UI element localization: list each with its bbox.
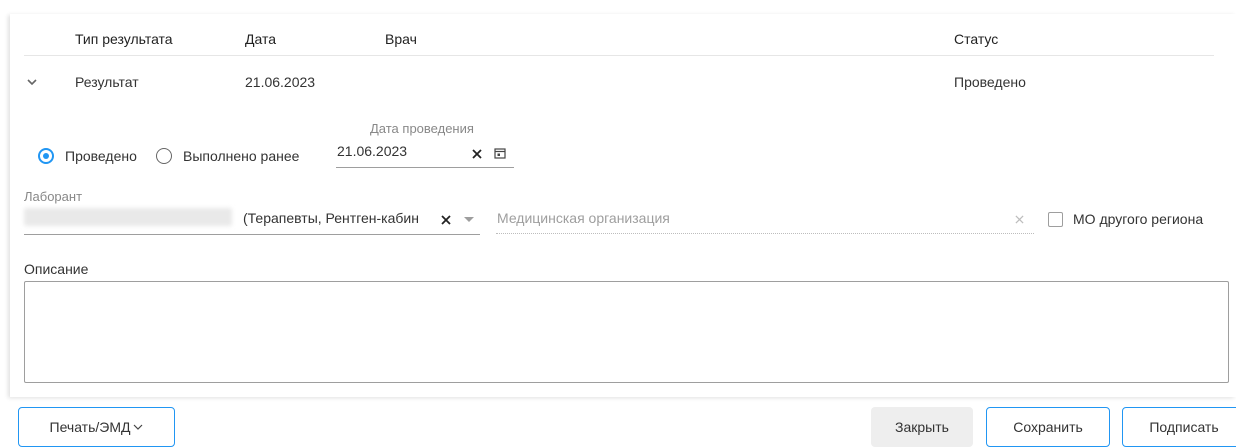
chevron-down-icon[interactable] (26, 76, 38, 88)
column-header-doctor: Врач (385, 31, 417, 47)
lab-assistant-underline (24, 234, 480, 235)
row-status: Проведено (954, 74, 1026, 90)
dropdown-arrow-icon[interactable] (464, 217, 474, 223)
sign-button[interactable]: Подписать (1122, 407, 1236, 447)
other-region-checkbox[interactable] (1048, 212, 1063, 227)
calendar-icon[interactable] (494, 147, 506, 159)
column-header-date: Дата (245, 31, 277, 47)
other-region-label[interactable]: МО другого региона (1073, 211, 1203, 227)
radio-done-earlier-label[interactable]: Выполнено ранее (183, 148, 299, 164)
row-date: 21.06.2023 (245, 74, 316, 90)
print-emd-label: Печать/ЭМД (49, 419, 131, 435)
radio-done-label[interactable]: Проведено (65, 148, 137, 164)
description-label: Описание (24, 261, 89, 277)
organization-underline (496, 233, 1034, 234)
date-field-underline (336, 167, 514, 168)
radio-done-earlier[interactable] (156, 148, 172, 164)
description-textarea[interactable] (24, 281, 1229, 383)
column-header-status: Статус (954, 31, 999, 47)
date-field[interactable]: 21.06.2023 (337, 143, 407, 159)
clear-date-icon[interactable] (472, 149, 482, 159)
save-button[interactable]: Сохранить (986, 407, 1110, 447)
radio-done[interactable] (38, 148, 54, 164)
medical-organization-field[interactable]: Медицинская организация (497, 210, 670, 226)
row-type: Результат (75, 74, 139, 90)
lab-assistant-name-redacted (24, 208, 232, 226)
clear-organization-icon[interactable] (1015, 215, 1024, 224)
column-header-type: Тип результата (75, 31, 173, 47)
date-field-label: Дата проведения (370, 121, 474, 136)
chevron-down-icon (134, 424, 143, 430)
clear-lab-assistant-icon[interactable] (441, 215, 451, 225)
lab-assistant-value[interactable]: (Терапевты, Рентген-кабин (243, 210, 419, 226)
header-divider (24, 55, 1214, 56)
print-emd-button[interactable]: Печать/ЭМД (18, 407, 175, 447)
close-button[interactable]: Закрыть (871, 407, 973, 447)
lab-assistant-label: Лаборант (24, 189, 83, 204)
